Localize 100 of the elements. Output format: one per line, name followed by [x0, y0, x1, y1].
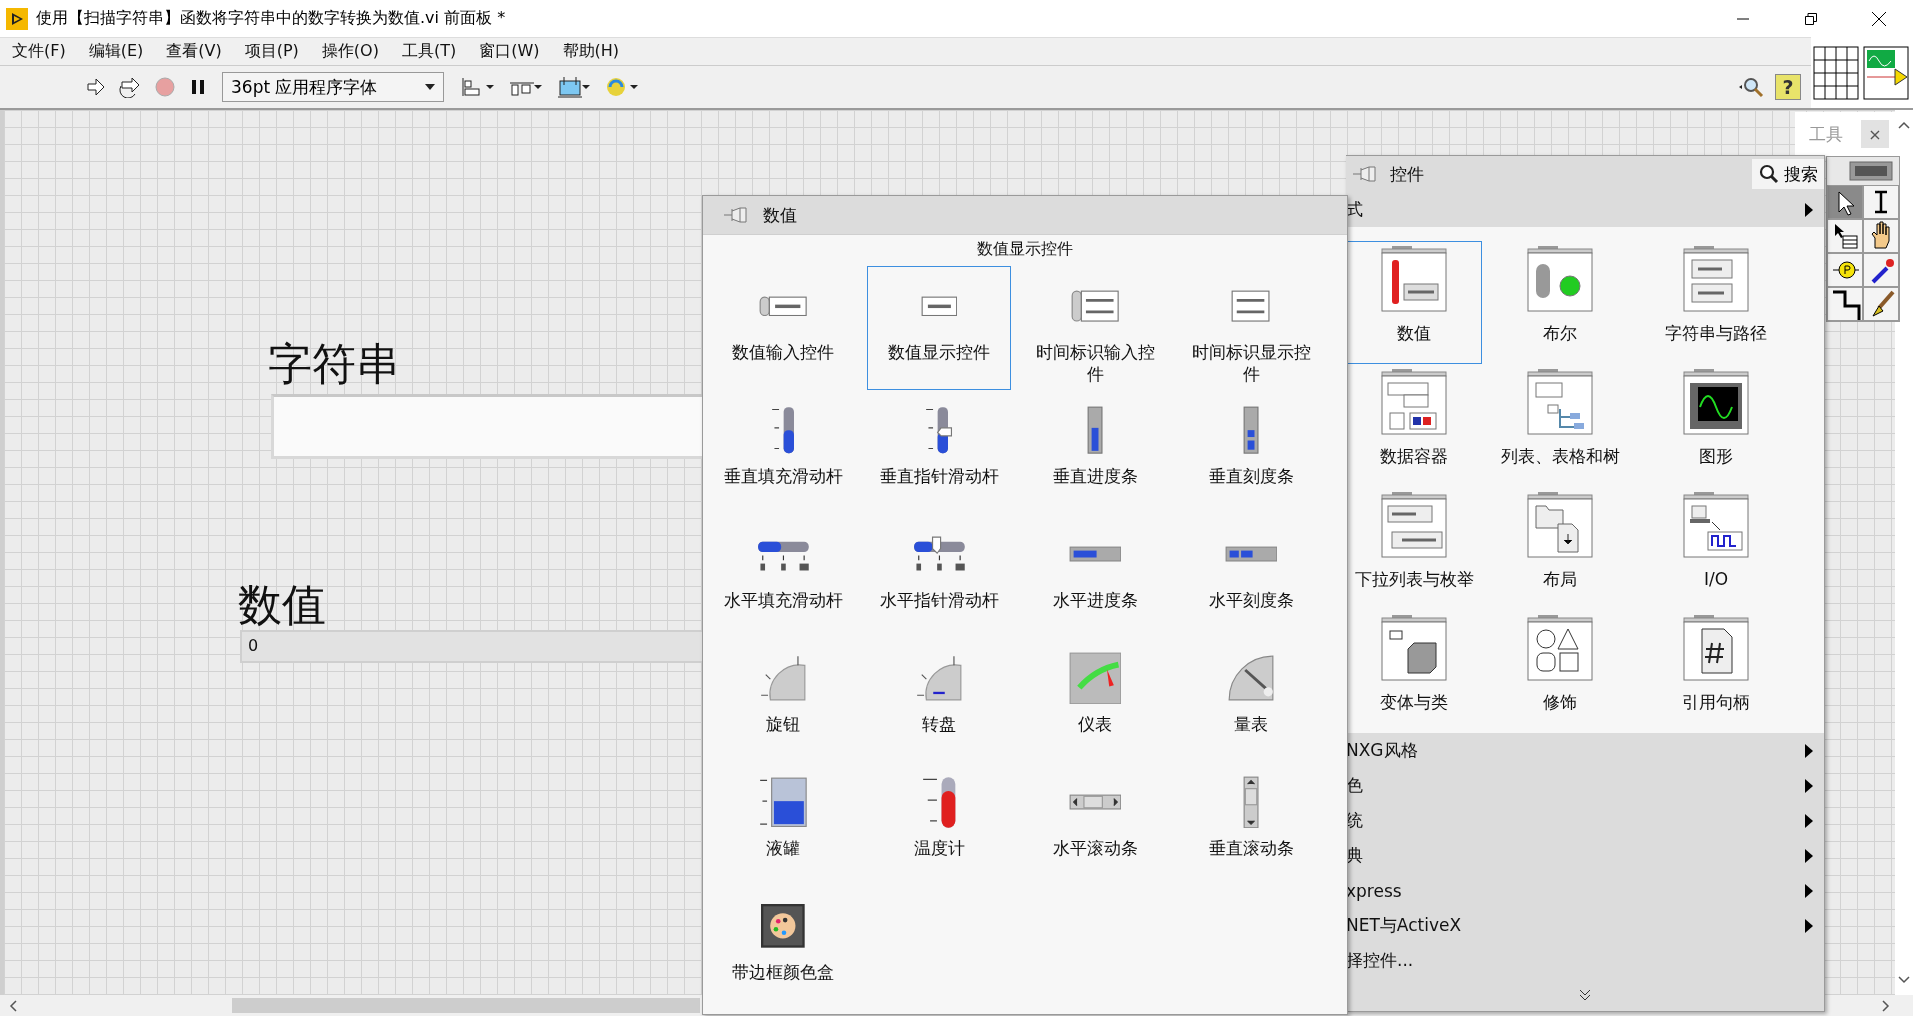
- palette-item[interactable]: 水平填充滑动杆: [711, 514, 855, 638]
- close-icon: [1871, 10, 1887, 27]
- chevron-up-icon: [1898, 121, 1910, 129]
- palette-item[interactable]: 液罐: [711, 762, 855, 886]
- palette-item[interactable]: 垂直滚动条: [1179, 762, 1323, 886]
- palette-item[interactable]: 字符串与路径: [1638, 241, 1794, 364]
- palette-item[interactable]: 数值输入控件: [711, 266, 855, 390]
- tool-button[interactable]: [1863, 185, 1899, 219]
- palette-item[interactable]: 水平指针滑动杆: [867, 514, 1011, 638]
- palette-item[interactable]: 布尔: [1482, 241, 1638, 364]
- palette-title: 数值: [763, 203, 797, 227]
- horizontal-graduated-bar-icon: [1224, 545, 1278, 563]
- shapes-icon: [1526, 615, 1594, 681]
- palette-item[interactable]: 修饰: [1482, 610, 1638, 733]
- palette-title: 控件: [1390, 162, 1424, 186]
- reorder-icon: [604, 75, 640, 99]
- palette-item[interactable]: 量表: [1179, 638, 1323, 762]
- pin-icon: [1352, 164, 1378, 184]
- palette-item[interactable]: 带边框颜色盒: [711, 886, 855, 1010]
- palette-item[interactable]: 垂直进度条: [1023, 390, 1167, 514]
- submenu-arrow-icon: [1804, 917, 1814, 934]
- tree-list-icon: [1526, 369, 1594, 435]
- palette-item[interactable]: 水平刻度条: [1179, 514, 1323, 638]
- palette-item[interactable]: 变体与类: [1346, 610, 1482, 733]
- menu-item[interactable]: 帮助(H): [554, 38, 628, 65]
- chevron-left-icon: [9, 999, 17, 1012]
- submenu-arrow-icon: [1804, 882, 1814, 899]
- chevron-down-icon: [1898, 976, 1910, 984]
- palette-item[interactable]: 图形: [1638, 364, 1794, 487]
- gauge-icon: [1068, 651, 1122, 705]
- window-title: 使用【扫描字符串】函数将字符串中的数字转换为数值.vi 前面板 *: [36, 8, 507, 29]
- palette-item[interactable]: 时间标识显示控件: [1179, 266, 1323, 390]
- horizontal-scrollbar-icon: [1068, 793, 1122, 811]
- vertical-scrollbar-icon: [1242, 775, 1260, 829]
- knob-icon: [760, 655, 806, 701]
- stop-icon: [154, 76, 176, 98]
- palette-item[interactable]: 布局: [1482, 487, 1638, 610]
- palette-item[interactable]: 列表、表格和树: [1482, 364, 1638, 487]
- vertical-graduated-bar-icon: [1242, 405, 1260, 455]
- align-icon: [460, 75, 496, 99]
- submenu-arrow-icon: [1804, 742, 1814, 759]
- palette-item[interactable]: 水平进度条: [1023, 514, 1167, 638]
- app-logo-icon: [6, 7, 28, 30]
- restore-icon: [1804, 11, 1818, 26]
- text-fields-icon: [1682, 246, 1750, 312]
- menu-item[interactable]: 窗口(W): [471, 38, 548, 65]
- timestamp-control-icon: [1070, 289, 1120, 323]
- tool-button[interactable]: [1827, 219, 1863, 253]
- ring-enum-icon: [1380, 492, 1448, 558]
- submenu-arrow-icon: [1804, 777, 1814, 794]
- tool-button[interactable]: [1863, 219, 1899, 253]
- font-dropdown[interactable]: 36pt 应用程序字体: [222, 72, 444, 102]
- cube-icon: [1380, 615, 1448, 681]
- color-box-icon: [761, 904, 805, 948]
- category-row[interactable]: 式: [1346, 192, 1824, 227]
- timestamp-indicator-icon: [1231, 289, 1271, 323]
- palette-item[interactable]: 垂直刻度条: [1179, 390, 1323, 514]
- search-button[interactable]: 搜索: [1752, 159, 1824, 189]
- palette-item[interactable]: 数值: [1346, 241, 1482, 364]
- numeric-control-icon: [758, 295, 808, 317]
- submenu-arrow-icon: [1804, 847, 1814, 864]
- folder-document-icon: [1526, 492, 1594, 558]
- help-button[interactable]: ?: [1775, 74, 1801, 100]
- close-button[interactable]: ×: [1861, 120, 1889, 148]
- palette-item[interactable]: 转盘: [867, 638, 1011, 762]
- menu-item[interactable]: 工具(T): [393, 38, 465, 65]
- menu-item[interactable]: 文件(F): [4, 38, 74, 65]
- palette-item[interactable]: 时间标识输入控件: [1023, 266, 1167, 390]
- tool-button[interactable]: [1827, 253, 1863, 287]
- palette-item[interactable]: 垂直指针滑动杆: [867, 390, 1011, 514]
- palette-item[interactable]: 引用句柄: [1638, 610, 1794, 733]
- palette-item[interactable]: 数值显示控件: [867, 266, 1011, 390]
- palette-item[interactable]: I/O: [1638, 487, 1794, 610]
- menu-item[interactable]: 查看(V): [158, 38, 230, 65]
- palette-item[interactable]: 水平滚动条: [1023, 762, 1167, 886]
- palette-item[interactable]: 垂直填充滑动杆: [711, 390, 855, 514]
- palette-title: 工具: [1809, 122, 1843, 146]
- thermometer-numeric-icon: [1380, 246, 1448, 312]
- palette-item[interactable]: 温度计: [867, 762, 1011, 886]
- vertical-fill-slider-icon: [770, 405, 796, 455]
- submenu-arrow-icon: [1804, 812, 1814, 829]
- tank-icon: [758, 776, 808, 828]
- arrow-icon: [86, 77, 106, 97]
- palette-item[interactable]: 仪表: [1023, 638, 1167, 762]
- tool-button[interactable]: [1827, 185, 1863, 219]
- palette-item[interactable]: 下拉列表与枚举: [1346, 487, 1482, 610]
- palette-item[interactable]: 旋钮: [711, 638, 855, 762]
- vertical-progress-bar-icon: [1086, 405, 1104, 455]
- scrollbar-thumb[interactable]: [232, 998, 700, 1013]
- submenu-arrow-icon: [1804, 201, 1814, 218]
- menu-item[interactable]: 项目(P): [236, 38, 307, 65]
- graph-icon: [1682, 369, 1750, 435]
- array-cluster-icon: [1380, 369, 1448, 435]
- thermometer-icon: [921, 775, 957, 829]
- tool-button[interactable]: [1863, 253, 1899, 287]
- menu-item[interactable]: 操作(O): [313, 38, 387, 65]
- menu-item[interactable]: 编辑(E): [80, 38, 152, 65]
- palette-item[interactable]: 数据容器: [1346, 364, 1482, 487]
- pin-icon: [723, 205, 749, 225]
- numeric-indicator-icon: [920, 295, 958, 317]
